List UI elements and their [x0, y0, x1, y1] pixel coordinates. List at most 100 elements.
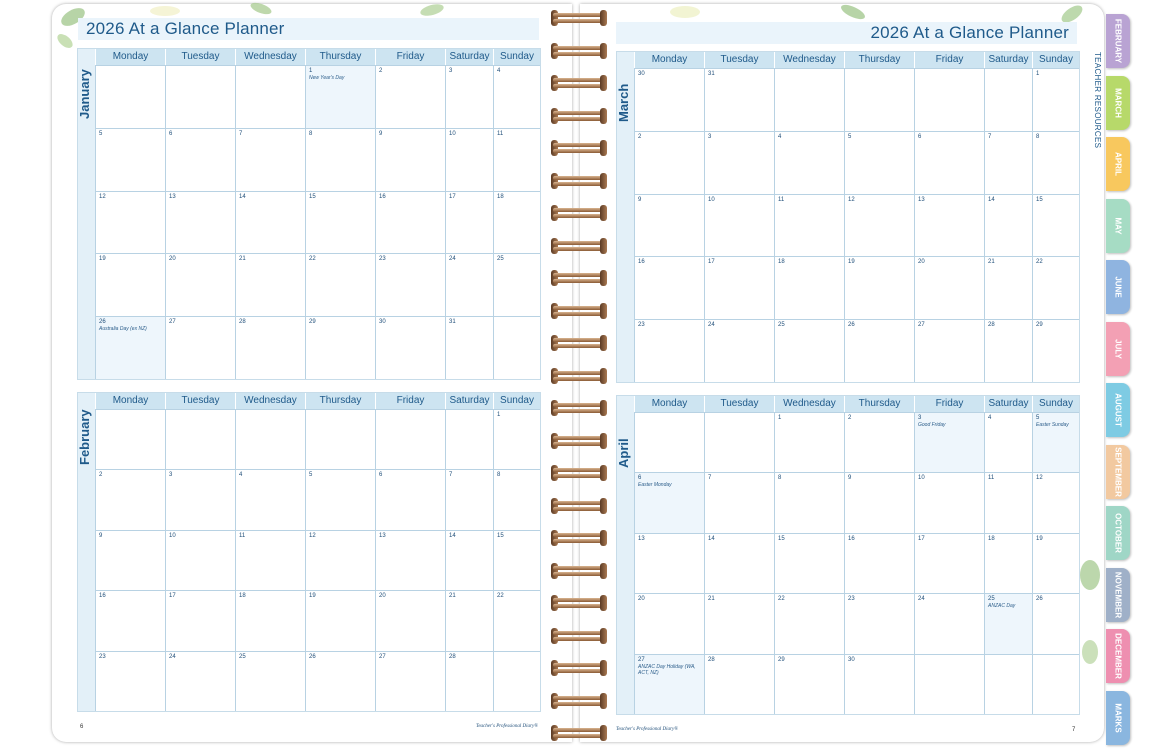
month-tab-june[interactable]: JUNE	[1106, 260, 1130, 314]
day-cell[interactable]: 24	[704, 320, 774, 382]
day-cell[interactable]: 25	[774, 320, 844, 382]
day-cell[interactable]: 15	[493, 530, 540, 591]
day-cell[interactable]: 22	[493, 591, 540, 651]
day-cell[interactable]	[704, 413, 774, 473]
day-cell[interactable]: 28	[704, 654, 774, 715]
day-cell[interactable]: 24	[165, 651, 235, 712]
day-cell[interactable]: 17	[914, 533, 984, 594]
day-cell[interactable]: 19	[305, 591, 375, 651]
day-cell[interactable]: 23	[375, 254, 445, 317]
day-cell[interactable]	[165, 66, 235, 128]
day-cell[interactable]: 18	[774, 257, 844, 320]
day-cell[interactable]: 6	[165, 128, 235, 191]
day-cell[interactable]: 19	[1032, 533, 1079, 594]
day-cell[interactable]: 7	[704, 473, 774, 533]
day-cell[interactable]	[95, 66, 165, 128]
day-cell[interactable]	[445, 410, 493, 470]
day-cell[interactable]: 27	[375, 651, 445, 712]
month-tab-july[interactable]: JULY	[1106, 321, 1130, 376]
day-cell[interactable]: 8	[493, 470, 540, 530]
day-cell[interactable]: 13	[165, 191, 235, 254]
day-cell[interactable]: 12	[95, 191, 165, 254]
month-tab-may[interactable]: MAY	[1106, 198, 1130, 253]
day-cell[interactable]: 25 ANZAC Day	[984, 594, 1032, 654]
day-cell[interactable]: 3 Good Friday	[914, 413, 984, 473]
month-tab-december[interactable]: DECEMBER	[1106, 629, 1130, 683]
day-cell[interactable]: 5	[305, 470, 375, 530]
day-cell[interactable]: 2	[634, 131, 704, 194]
month-tab-october[interactable]: OCTOBER	[1106, 506, 1130, 560]
day-cell[interactable]: 22	[305, 254, 375, 317]
day-cell[interactable]: 27	[914, 320, 984, 382]
day-cell[interactable]: 7	[235, 128, 305, 191]
day-cell[interactable]	[165, 410, 235, 470]
day-cell[interactable]: 2	[95, 470, 165, 530]
day-cell[interactable]: 20	[914, 257, 984, 320]
day-cell[interactable]: 23	[844, 594, 914, 654]
day-cell[interactable]: 9	[844, 473, 914, 533]
day-cell[interactable]: 9	[634, 194, 704, 257]
day-cell[interactable]: 20	[165, 254, 235, 317]
day-cell[interactable]: 31	[445, 317, 493, 379]
day-cell[interactable]: 7	[984, 131, 1032, 194]
month-tab-february[interactable]: FEBRUARY	[1106, 14, 1130, 68]
day-cell[interactable]: 2	[375, 66, 445, 128]
day-cell[interactable]: 8	[774, 473, 844, 533]
day-cell[interactable]: 5	[844, 131, 914, 194]
day-cell[interactable]: 11	[235, 530, 305, 591]
day-cell[interactable]: 23	[95, 651, 165, 712]
day-cell[interactable]: 14	[235, 191, 305, 254]
day-cell[interactable]: 26	[844, 320, 914, 382]
day-cell[interactable]: 13	[375, 530, 445, 591]
day-cell[interactable]: 18	[984, 533, 1032, 594]
day-cell[interactable]: 20	[375, 591, 445, 651]
day-cell[interactable]: 23	[634, 320, 704, 382]
day-cell[interactable]: 10	[165, 530, 235, 591]
day-cell[interactable]	[235, 66, 305, 128]
day-cell[interactable]: 2	[844, 413, 914, 473]
day-cell[interactable]: 12	[1032, 473, 1079, 533]
day-cell[interactable]	[1032, 654, 1079, 715]
day-cell[interactable]: 26	[1032, 594, 1079, 654]
day-cell[interactable]: 13	[914, 194, 984, 257]
day-cell[interactable]	[305, 410, 375, 470]
day-cell[interactable]	[914, 654, 984, 715]
day-cell[interactable]: 10	[704, 194, 774, 257]
day-cell[interactable]: 15	[774, 533, 844, 594]
day-cell[interactable]: 24	[914, 594, 984, 654]
month-tab-november[interactable]: NOVEMBER	[1106, 567, 1130, 622]
day-cell[interactable]: 11	[774, 194, 844, 257]
day-cell[interactable]: 19	[844, 257, 914, 320]
day-cell[interactable]	[634, 413, 704, 473]
day-cell[interactable]: 28	[235, 317, 305, 379]
day-cell[interactable]: 11	[493, 128, 540, 191]
day-cell[interactable]: 25	[235, 651, 305, 712]
day-cell[interactable]: 1	[493, 410, 540, 470]
day-cell[interactable]: 13	[634, 533, 704, 594]
day-cell[interactable]	[914, 69, 984, 131]
day-cell[interactable]: 4	[984, 413, 1032, 473]
day-cell[interactable]: 21	[445, 591, 493, 651]
day-cell[interactable]: 12	[305, 530, 375, 591]
day-cell[interactable]: 16	[844, 533, 914, 594]
day-cell[interactable]: 6	[914, 131, 984, 194]
day-cell[interactable]: 30	[634, 69, 704, 131]
day-cell[interactable]: 12	[844, 194, 914, 257]
day-cell[interactable]: 31	[704, 69, 774, 131]
day-cell[interactable]: 3	[704, 131, 774, 194]
day-cell[interactable]: 19	[95, 254, 165, 317]
day-cell[interactable]: 6	[375, 470, 445, 530]
day-cell[interactable]: 14	[984, 194, 1032, 257]
day-cell[interactable]: 30	[844, 654, 914, 715]
day-cell[interactable]	[774, 69, 844, 131]
day-cell[interactable]	[493, 651, 540, 712]
day-cell[interactable]: 17	[704, 257, 774, 320]
day-cell[interactable]: 22	[774, 594, 844, 654]
day-cell[interactable]	[844, 69, 914, 131]
day-cell[interactable]: 28	[445, 651, 493, 712]
day-cell[interactable]: 17	[445, 191, 493, 254]
day-cell[interactable]: 3	[165, 470, 235, 530]
day-cell[interactable]: 4	[774, 131, 844, 194]
day-cell[interactable]: 25	[493, 254, 540, 317]
day-cell[interactable]: 1	[1032, 69, 1079, 131]
